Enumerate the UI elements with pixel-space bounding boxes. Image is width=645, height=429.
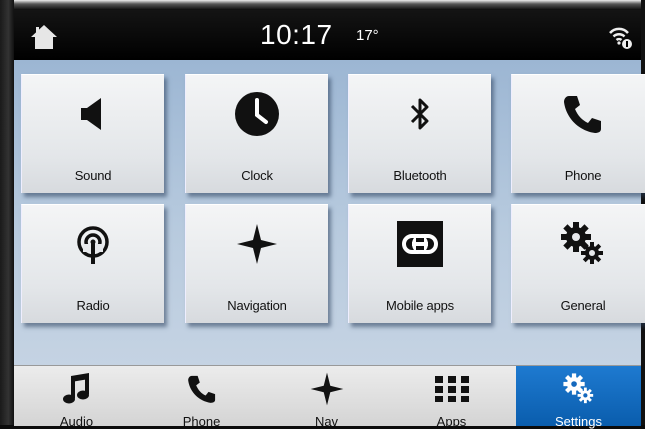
- dock-apps[interactable]: Apps: [389, 366, 514, 429]
- infotainment-screen: 10:17 17° Sound Clock Bluetooth Phone Ra…: [14, 10, 645, 429]
- bezel-top: [0, 0, 645, 10]
- home-button[interactable]: [30, 24, 58, 50]
- tile-label: Bluetooth: [393, 168, 447, 183]
- tile-label: Mobile apps: [386, 298, 454, 313]
- dock-label: Settings: [555, 414, 602, 429]
- speaker-icon: [68, 89, 118, 139]
- tile-label: Sound: [74, 168, 112, 183]
- dock-label: Apps: [436, 414, 467, 429]
- tile-phone[interactable]: Phone: [511, 74, 645, 193]
- tile-label: Phone: [564, 168, 602, 183]
- tile-label: Clock: [241, 168, 273, 183]
- dock-audio[interactable]: Audio: [14, 366, 139, 429]
- phone-icon: [558, 89, 608, 139]
- grid-icon: [389, 372, 514, 406]
- bottom-dock: Audio Phone Nav Apps Settings: [14, 365, 641, 429]
- tile-general[interactable]: General: [511, 204, 645, 323]
- tile-label: General: [560, 298, 606, 313]
- tile-bluetooth[interactable]: Bluetooth: [348, 74, 491, 193]
- link-icon: [395, 219, 445, 269]
- tile-label: Radio: [76, 298, 110, 313]
- navigation-star-icon: [232, 219, 282, 269]
- dock-label: Nav: [314, 414, 339, 429]
- bezel-left: [0, 0, 14, 425]
- outside-temperature: 17°: [356, 27, 379, 44]
- settings-grid: Sound Clock Bluetooth Phone Radio Naviga…: [14, 60, 645, 394]
- dock-settings[interactable]: Settings: [516, 366, 641, 429]
- music-note-icon: [14, 372, 139, 406]
- clock-icon: [232, 89, 282, 139]
- gears-icon: [516, 372, 641, 406]
- tile-clock[interactable]: Clock: [185, 74, 328, 193]
- dock-label: Phone: [182, 414, 221, 429]
- tile-radio[interactable]: Radio: [21, 204, 164, 323]
- status-bar: 10:17 17°: [14, 10, 641, 60]
- dock-nav[interactable]: Nav: [264, 366, 389, 429]
- clock-time: 10:17: [260, 19, 333, 50]
- phone-icon: [139, 372, 264, 406]
- tile-navigation[interactable]: Navigation: [185, 204, 328, 323]
- wifi-icon[interactable]: [607, 24, 633, 50]
- tile-mobile-apps[interactable]: Mobile apps: [348, 204, 491, 323]
- tile-sound[interactable]: Sound: [21, 74, 164, 193]
- dock-label: Audio: [59, 414, 94, 429]
- navigation-star-icon: [264, 372, 389, 406]
- home-icon: [31, 25, 57, 49]
- bluetooth-icon: [395, 89, 445, 139]
- gears-icon: [558, 219, 608, 269]
- tile-label: Navigation: [227, 298, 287, 313]
- radio-antenna-icon: [68, 219, 118, 269]
- dock-phone[interactable]: Phone: [139, 366, 264, 429]
